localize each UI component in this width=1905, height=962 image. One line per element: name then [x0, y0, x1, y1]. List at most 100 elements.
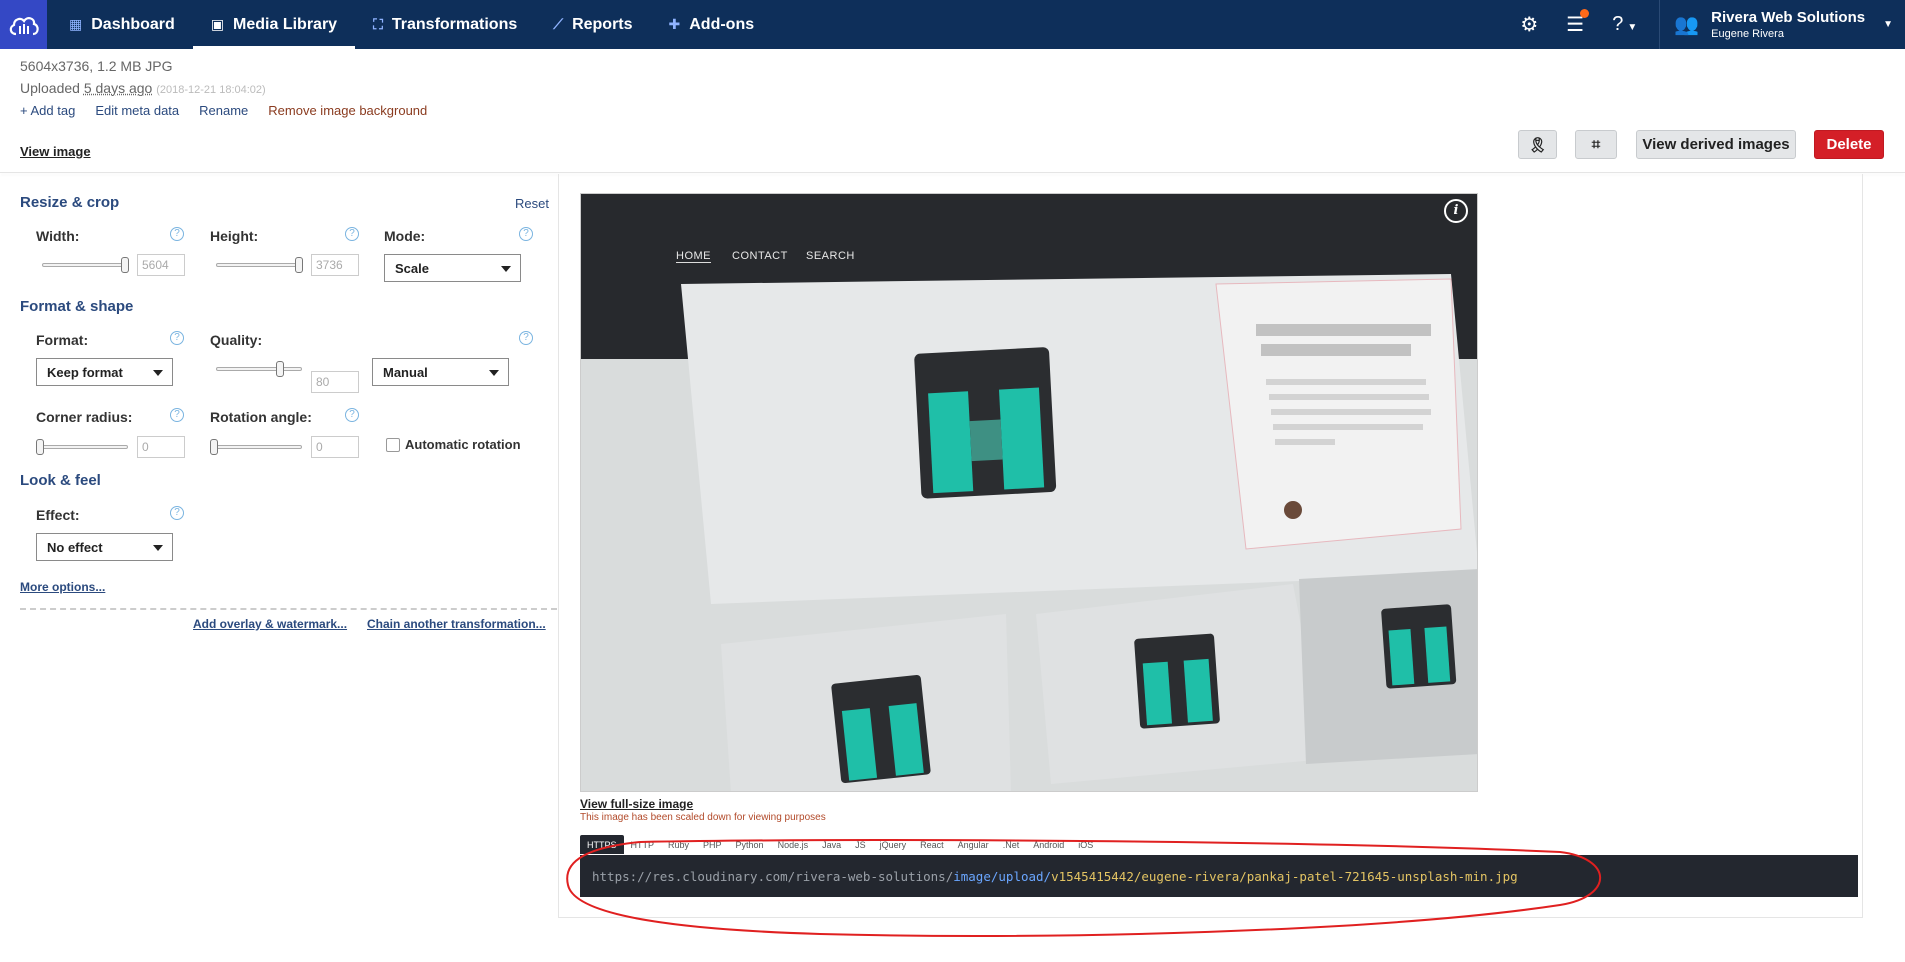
header-divider [0, 172, 1905, 173]
dashboard-icon: ▦ [69, 16, 83, 32]
nav-transformations[interactable]: ⛶ Transformations [355, 0, 535, 49]
help-icon[interactable]: ? [170, 408, 184, 422]
slider-thumb[interactable] [210, 439, 218, 455]
uploaded-timestamp: (2018-12-21 18:04:02) [156, 84, 266, 96]
height-slider[interactable] [216, 257, 303, 273]
quality-label: Quality: [210, 332, 263, 348]
tab-https[interactable]: HTTPS [580, 835, 624, 854]
view-image-tab[interactable]: View image [20, 144, 91, 159]
tab-php[interactable]: PHP [696, 835, 729, 854]
nav-reports[interactable]: ⟋ Reports [535, 0, 650, 49]
delivery-url[interactable]: https://res.cloudinary.com/rivera-web-so… [580, 855, 1858, 897]
nav-label: Media Library [233, 15, 338, 33]
automatic-rotation-checkbox[interactable] [386, 438, 400, 452]
chart-icon: ⟋ [553, 16, 564, 32]
tab-react[interactable]: React [913, 835, 951, 854]
effect-label: Effect: [36, 507, 80, 523]
automatic-rotation-label: Automatic rotation [405, 437, 521, 452]
quality-slider[interactable] [216, 361, 302, 377]
help-icon[interactable]: ? [519, 227, 533, 241]
reset-link[interactable]: Reset [515, 196, 549, 211]
tab-nodejs[interactable]: Node.js [771, 835, 816, 854]
view-full-size-link[interactable]: View full-size image [580, 797, 693, 811]
info-icon[interactable]: i [1444, 199, 1468, 223]
quality-mode-select[interactable]: Manual [372, 358, 509, 386]
width-slider[interactable] [42, 257, 129, 273]
resize-crop-title: Resize & crop [20, 194, 120, 211]
chevron-down-icon [489, 370, 499, 376]
help-icon[interactable]: ? [519, 331, 533, 345]
crop-icon: ⌗ [1591, 136, 1601, 153]
corner-radius-label: Corner radius: [36, 409, 133, 425]
dashed-divider [20, 608, 557, 610]
more-options-link[interactable]: More options... [20, 580, 105, 594]
remove-background-link[interactable]: Remove image background [268, 103, 427, 118]
award-button[interactable]: 🎗 [1518, 130, 1557, 159]
asset-meta: 5604x3736, 1.2 MB JPG [20, 58, 173, 74]
cloud-icon [9, 16, 39, 35]
panel-divider [558, 174, 559, 918]
slider-thumb[interactable] [121, 257, 129, 273]
add-tag-link[interactable]: + Add tag [20, 103, 75, 118]
quality-input[interactable]: 80 [311, 371, 359, 393]
tab-android[interactable]: Android [1026, 835, 1071, 854]
cloudinary-logo[interactable] [0, 0, 47, 49]
stack-icon[interactable]: ☰ [1566, 9, 1590, 37]
tab-dotnet[interactable]: .Net [996, 835, 1027, 854]
rotation-input[interactable]: 0 [311, 436, 359, 458]
asset-info: 5604x3736, 1.2 MB JPG Uploaded 5 days ag… [20, 58, 266, 96]
edit-meta-link[interactable]: Edit meta data [95, 103, 179, 118]
gear-icon[interactable]: ⚙ [1520, 12, 1538, 37]
tab-ios[interactable]: iOS [1071, 835, 1100, 854]
effect-select[interactable]: No effect [36, 533, 173, 561]
effect-value: No effect [47, 540, 103, 555]
delete-button[interactable]: Delete [1814, 130, 1884, 159]
mode-label: Mode: [384, 228, 426, 244]
tab-angular[interactable]: Angular [951, 835, 996, 854]
image-preview[interactable]: HOME CONTACT SEARCH [580, 193, 1478, 792]
chevron-down-icon [153, 545, 163, 551]
nav-media-library[interactable]: ▣ Media Library [192, 0, 356, 49]
mode-select[interactable]: Scale [384, 254, 521, 282]
rotation-slider[interactable] [210, 439, 302, 455]
chain-transformation-link[interactable]: Chain another transformation... [367, 617, 546, 631]
height-input[interactable]: 3736 [311, 254, 359, 276]
slider-thumb[interactable] [295, 257, 303, 273]
slider-thumb[interactable] [276, 361, 284, 377]
account-menu[interactable]: 👥 Rivera Web Solutions Eugene Rivera ▼ [1660, 9, 1905, 40]
help-icon[interactable]: ? [170, 331, 184, 345]
tab-java[interactable]: Java [815, 835, 848, 854]
corner-radius-input[interactable]: 0 [137, 436, 185, 458]
top-navbar: ▦ Dashboard ▣ Media Library ⛶ Transforma… [0, 0, 1905, 49]
add-overlay-link[interactable]: Add overlay & watermark... [193, 617, 347, 631]
notification-dot [1580, 9, 1590, 18]
nav-label: Add-ons [689, 15, 755, 33]
corner-radius-slider[interactable] [36, 439, 128, 455]
sdk-tabs: HTTPS HTTP Ruby PHP Python Node.js Java … [580, 835, 1100, 854]
mode-value: Scale [395, 261, 429, 276]
account-user: Eugene Rivera [1711, 28, 1784, 40]
tab-jquery[interactable]: jQuery [873, 835, 914, 854]
image-icon: ▣ [210, 16, 225, 32]
nav-add-ons[interactable]: ✚ Add-ons [651, 0, 773, 49]
help-icon[interactable]: ? [345, 227, 359, 241]
width-input[interactable]: 5604 [137, 254, 185, 276]
help-icon[interactable]: ? [170, 506, 184, 520]
crop-button[interactable]: ⌗ [1575, 130, 1617, 159]
tab-http[interactable]: HTTP [624, 835, 662, 854]
rename-link[interactable]: Rename [199, 103, 248, 118]
help-icon[interactable]: ? ▼ [1612, 13, 1637, 36]
tab-python[interactable]: Python [729, 835, 771, 854]
view-derived-button[interactable]: View derived images [1636, 130, 1796, 159]
slider-thumb[interactable] [36, 439, 44, 455]
help-icon[interactable]: ? [170, 227, 184, 241]
nav-label: Dashboard [91, 15, 175, 33]
format-select[interactable]: Keep format [36, 358, 173, 386]
format-label: Format: [36, 332, 89, 348]
tab-js[interactable]: JS [848, 835, 873, 854]
width-label: Width: [36, 228, 80, 244]
nav-dashboard[interactable]: ▦ Dashboard [51, 0, 193, 49]
tab-ruby[interactable]: Ruby [661, 835, 696, 854]
transform-icon: ⛶ [373, 16, 383, 32]
help-icon[interactable]: ? [345, 408, 359, 422]
